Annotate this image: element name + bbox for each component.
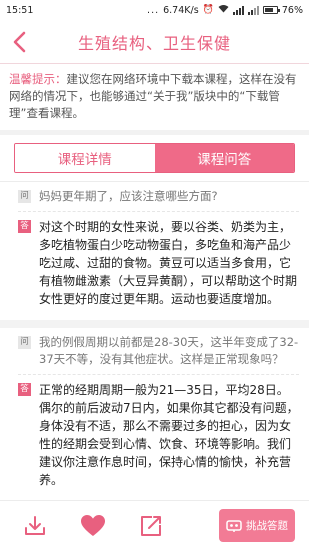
quiz-icon	[226, 519, 242, 532]
tab-course-qa[interactable]: 课程问答	[154, 144, 294, 172]
status-time: 15:51	[6, 4, 34, 16]
page-title: 生殖结构、卫生保健	[77, 33, 231, 53]
question-text: 我的例假周期以前都是28-30天，这半年变成了32-37天不等，没有其他症状。这…	[39, 335, 299, 366]
download-button[interactable]	[12, 501, 58, 550]
qa-list[interactable]: 问 妈妈更年期了，应该注意哪些方面? 答 对这个时期的女性来说，要以谷类、奶类为…	[0, 182, 309, 509]
signal-icon	[232, 5, 244, 15]
page: 15:51 ... 6.74K/s ⏰ 76% 生殖结构、卫生保健 温馨提示：建…	[0, 0, 309, 550]
question-badge: 问	[18, 336, 31, 349]
answer-text: 正常的经期周期一般为21—35日，平均28日。偶尔的前后波动7日内，如果你其它都…	[39, 383, 299, 487]
signal-icon-2	[247, 5, 259, 15]
tabs-container: 课程详情 课程问答	[0, 135, 309, 182]
answer-row: 答 对这个时期的女性来说，要以谷类、奶类为主，多吃植物蛋白少吃动物蛋白，多吃鱼和…	[18, 218, 299, 308]
battery-icon	[262, 6, 280, 14]
answer-badge: 答	[18, 383, 31, 396]
challenge-quiz-button[interactable]: 挑战答题	[219, 509, 295, 542]
bottom-toolbar: 挑战答题	[0, 500, 309, 550]
challenge-quiz-label: 挑战答题	[246, 520, 288, 532]
status-indicators: ... 6.74K/s ⏰ 76%	[147, 4, 303, 16]
chevron-left-icon	[13, 31, 26, 53]
back-button[interactable]	[4, 26, 34, 58]
answer-text: 对这个时期的女性来说，要以谷类、奶类为主，多吃植物蛋白少吃动物蛋白，多吃鱼和海产…	[39, 220, 298, 306]
network-speed: 6.74K/s	[163, 4, 199, 16]
download-tip: 温馨提示：建议您在网络环境中下载本课程，这样在没有网络的情况下，也能够通过“关于…	[0, 64, 309, 135]
answer-row: 答 正常的经期周期一般为21—35日，平均28日。偶尔的前后波动7日内，如果你其…	[18, 381, 299, 489]
question-row: 问 我的例假周期以前都是28-30天，这半年变成了32-37天不等，没有其他症状…	[18, 334, 299, 375]
share-icon	[141, 515, 161, 536]
download-icon	[25, 515, 45, 535]
answer-badge: 答	[18, 220, 31, 233]
status-dots: ...	[147, 4, 160, 16]
tab-bar: 课程详情 课程问答	[14, 143, 295, 173]
qa-item: 问 我的例假周期以前都是28-30天，这半年变成了32-37天不等，没有其他症状…	[0, 328, 309, 509]
tip-label: 温馨提示：	[9, 72, 67, 86]
favorite-button[interactable]	[70, 501, 116, 550]
app-header: 生殖结构、卫生保健	[0, 20, 309, 64]
alarm-icon: ⏰	[202, 5, 214, 15]
status-bar: 15:51 ... 6.74K/s ⏰ 76%	[0, 0, 309, 20]
tab-course-details[interactable]: 课程详情	[15, 144, 155, 172]
wifi-icon	[218, 4, 229, 16]
question-badge: 问	[18, 190, 31, 203]
qa-item: 问 妈妈更年期了，应该注意哪些方面? 答 对这个时期的女性来说，要以谷类、奶类为…	[0, 182, 309, 328]
battery-percent: 76%	[281, 4, 303, 16]
question-text: 妈妈更年期了，应该注意哪些方面?	[39, 189, 218, 203]
heart-icon	[81, 514, 105, 536]
question-row: 问 妈妈更年期了，应该注意哪些方面?	[18, 188, 299, 212]
share-button[interactable]	[128, 501, 174, 550]
